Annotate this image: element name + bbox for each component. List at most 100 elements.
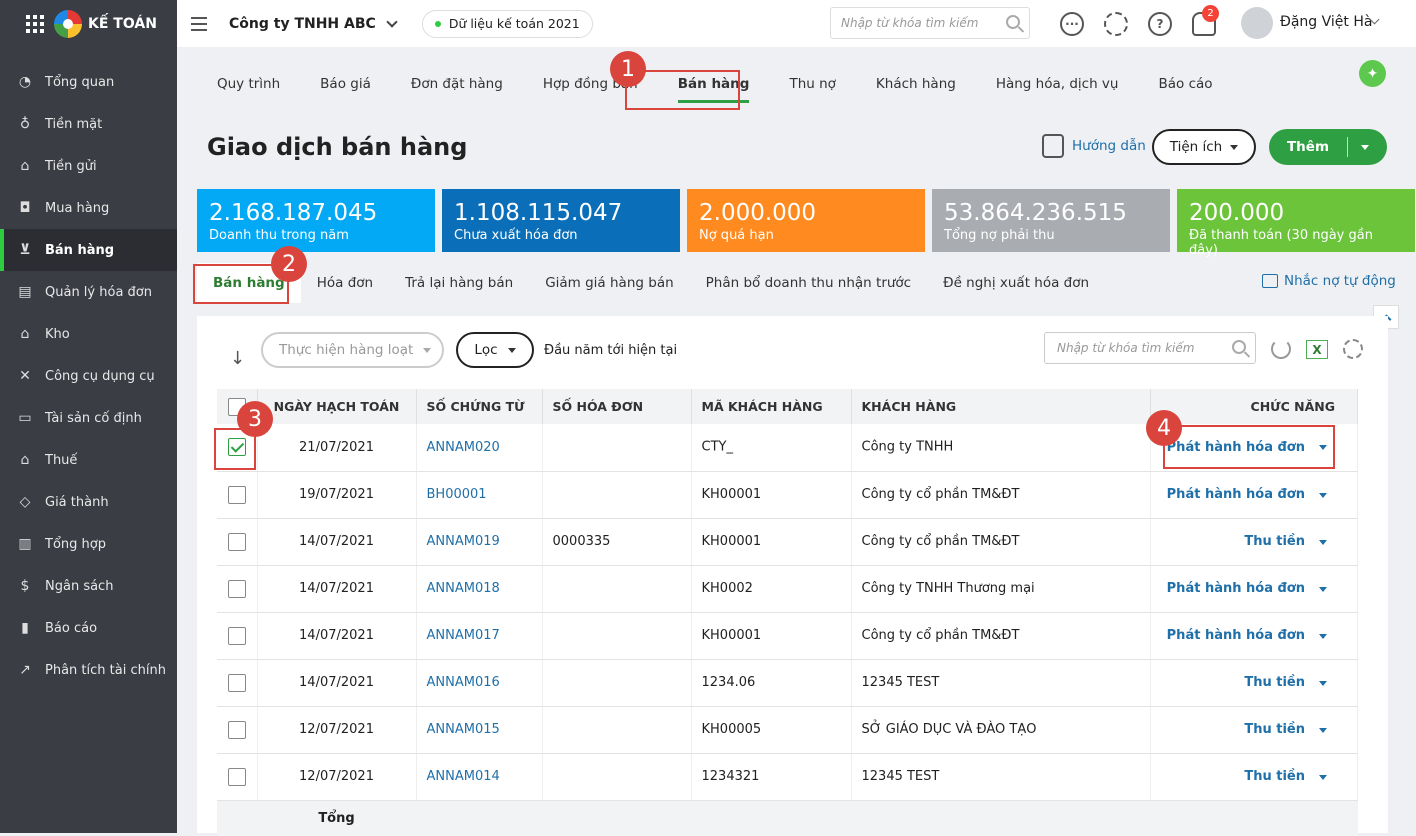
excel-export-icon[interactable]: X [1306, 340, 1328, 359]
cell-doc-link[interactable]: ANNAM016 [416, 659, 543, 707]
action-link[interactable]: Phát hành hóa đơn [1167, 487, 1305, 502]
summary-card[interactable]: 2.168.187.045 Doanh thu trong năm [197, 189, 435, 252]
sidebar-item[interactable]: ⌂ Kho [0, 313, 177, 355]
action-caret-icon[interactable] [1319, 727, 1327, 733]
gear-icon[interactable] [1104, 12, 1128, 36]
cell-doc-link[interactable]: ANNAM018 [416, 565, 543, 613]
hamburger-icon[interactable] [191, 16, 207, 31]
cell-action[interactable]: Phát hành hóa đơn [1150, 612, 1358, 660]
table-row[interactable]: 12/07/2021 ANNAM015 KH00005 SỞ GIÁO DỤC … [217, 706, 1358, 754]
action-link[interactable]: Phát hành hóa đơn [1167, 628, 1305, 643]
summary-card[interactable]: 1.108.115.047 Chưa xuất hóa đơn [442, 189, 680, 252]
avatar[interactable] [1241, 7, 1273, 39]
sidebar-item[interactable]: ▮ Báo cáo [0, 607, 177, 649]
sidebar-item[interactable]: ♁ Tiền mặt [0, 103, 177, 145]
col-date[interactable]: NGÀY HẠCH TOÁN [257, 389, 417, 424]
row-checkbox[interactable] [227, 485, 246, 504]
sidebar-item[interactable]: ⊻ Bán hàng [0, 229, 177, 271]
sidebar-item[interactable]: ◘ Mua hàng [0, 187, 177, 229]
tab-item[interactable]: Đơn đặt hàng [391, 65, 523, 103]
sidebar-item[interactable]: ⌂ Tiền gửi [0, 145, 177, 187]
sidebar-item[interactable]: ✕ Công cụ dụng cụ [0, 355, 177, 397]
guide-link[interactable]: Hướng dẫn [1042, 134, 1146, 158]
auto-remind-link[interactable]: Nhắc nợ tự động [1262, 273, 1396, 289]
action-caret-icon[interactable] [1319, 680, 1327, 686]
action-link[interactable]: Thu tiền [1244, 769, 1305, 784]
cell-action[interactable]: Phát hành hóa đơn [1150, 565, 1358, 613]
table-row[interactable]: 12/07/2021 ANNAM014 1234321 12345 TEST T… [217, 753, 1358, 801]
sidebar-item[interactable]: ◔ Tổng quan [0, 61, 177, 103]
cell-doc-link[interactable]: ANNAM017 [416, 612, 543, 660]
action-caret-icon[interactable] [1319, 539, 1327, 545]
company-selector[interactable]: Công ty TNHH ABC [229, 16, 398, 32]
cell-doc-link[interactable]: ANNAM020 [416, 424, 543, 472]
cell-action[interactable]: Thu tiền [1150, 706, 1358, 754]
row-select-cell[interactable] [217, 612, 258, 660]
action-caret-icon[interactable] [1319, 586, 1327, 592]
subtab-item[interactable]: Đề nghị xuất hóa đơn [927, 275, 1105, 291]
row-checkbox[interactable] [227, 673, 246, 692]
cell-action[interactable]: Thu tiền [1150, 753, 1358, 801]
row-select-cell[interactable] [217, 518, 258, 566]
sidebar-item[interactable]: $ Ngân sách [0, 565, 177, 607]
action-caret-icon[interactable] [1319, 774, 1327, 780]
database-selector[interactable]: Dữ liệu kế toán 2021 [421, 9, 593, 38]
col-cust-code[interactable]: MÃ KHÁCH HÀNG [691, 389, 852, 424]
action-link[interactable]: Thu tiền [1244, 675, 1305, 690]
tab-item[interactable]: Quy trình [197, 65, 300, 103]
cell-action[interactable]: Phát hành hóa đơn [1150, 471, 1358, 519]
summary-card[interactable]: 53.864.236.515 Tổng nợ phải thu [932, 189, 1170, 252]
tab-item[interactable]: Báo cáo [1138, 65, 1232, 103]
summary-card[interactable]: 2.000.000 Nợ quá hạn [687, 189, 925, 252]
table-row[interactable]: 14/07/2021 ANNAM018 KH0002 Công ty TNHH … [217, 565, 1358, 613]
col-invoice[interactable]: SỐ HÓA ĐƠN [542, 389, 692, 424]
tab-item[interactable]: Khách hàng [856, 65, 976, 103]
tab-item[interactable]: Báo giá [300, 65, 391, 103]
lightbulb-icon[interactable]: ✦ [1359, 60, 1386, 87]
cell-doc-link[interactable]: ANNAM014 [416, 753, 543, 801]
cell-action[interactable]: Thu tiền [1150, 659, 1358, 707]
subtab-item[interactable]: Phân bổ doanh thu nhận trước [690, 275, 927, 291]
table-row[interactable]: 14/07/2021 ANNAM016 1234.06 12345 TEST T… [217, 659, 1358, 707]
row-checkbox[interactable] [227, 767, 246, 786]
row-select-cell[interactable] [217, 471, 258, 519]
sidebar-item[interactable]: ▥ Tổng hợp [0, 523, 177, 565]
subtab-item[interactable]: Hóa đơn [301, 275, 389, 291]
action-link[interactable]: Thu tiền [1244, 534, 1305, 549]
row-checkbox[interactable] [227, 579, 246, 598]
sidebar-item[interactable]: ▤ Quản lý hóa đơn [0, 271, 177, 313]
user-name[interactable]: Đặng Việt Hà [1280, 14, 1372, 30]
row-checkbox[interactable] [227, 532, 246, 551]
cell-doc-link[interactable]: ANNAM019 [416, 518, 543, 566]
subtab-item[interactable]: Giảm giá hàng bán [529, 275, 689, 291]
filter-button[interactable]: Lọc [456, 332, 534, 368]
row-select-cell[interactable] [217, 659, 258, 707]
sidebar-item[interactable]: ↗ Phân tích tài chính [0, 649, 177, 691]
table-row[interactable]: 14/07/2021 ANNAM017 KH00001 Công ty cổ p… [217, 612, 1358, 660]
action-caret-icon[interactable] [1319, 633, 1327, 639]
sidebar-item[interactable]: ◇ Giá thành [0, 481, 177, 523]
action-caret-icon[interactable] [1319, 492, 1327, 498]
tab-item[interactable]: Thu nợ [769, 65, 855, 103]
refresh-icon[interactable] [1271, 339, 1291, 359]
row-select-cell[interactable] [217, 706, 258, 754]
apps-grid-icon[interactable] [26, 14, 44, 33]
row-checkbox[interactable] [227, 626, 246, 645]
add-dropdown-icon[interactable] [1361, 144, 1369, 150]
row-select-cell[interactable] [217, 753, 258, 801]
action-link[interactable]: Thu tiền [1244, 722, 1305, 737]
add-button[interactable]: Thêm [1269, 129, 1387, 165]
search-icon[interactable] [1232, 340, 1246, 354]
table-row[interactable]: 14/07/2021 ANNAM019 0000335 KH00001 Công… [217, 518, 1358, 566]
bulk-action-dropdown[interactable]: Thực hiện hàng loạt [261, 332, 444, 368]
table-row[interactable]: 19/07/2021 BH00001 KH00001 Công ty cổ ph… [217, 471, 1358, 519]
subtab-item[interactable]: Trả lại hàng bán [389, 275, 529, 291]
cell-doc-link[interactable]: ANNAM015 [416, 706, 543, 754]
utility-button[interactable]: Tiện ích [1152, 129, 1256, 165]
table-search-input[interactable]: Nhập từ khóa tìm kiếm [1044, 332, 1256, 364]
search-icon[interactable] [1006, 15, 1020, 29]
col-doc[interactable]: SỐ CHỨNG TỪ [416, 389, 543, 424]
action-link[interactable]: Phát hành hóa đơn [1167, 581, 1305, 596]
summary-card[interactable]: 200.000 Đã thanh toán (30 ngày gần đây) [1177, 189, 1415, 258]
more-icon[interactable]: ··· [1060, 12, 1084, 36]
